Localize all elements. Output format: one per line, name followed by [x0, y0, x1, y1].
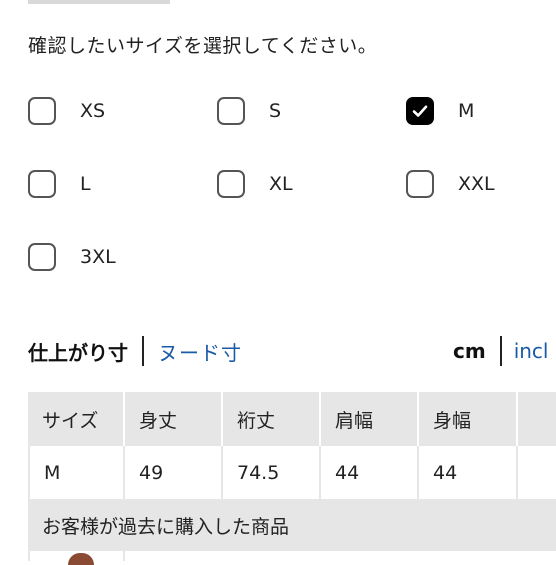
measurement-tabs: 仕上がり寸 ヌード寸 [28, 336, 242, 366]
size-label: XS [80, 100, 106, 122]
size-option-l[interactable]: L [28, 170, 91, 198]
unit-toggle: cm incl [453, 336, 549, 366]
header-cell: 裄丈 [223, 392, 321, 446]
size-label: S [269, 100, 282, 122]
product-thumbnail[interactable] [68, 553, 94, 565]
size-option-xs[interactable]: XS [28, 97, 105, 125]
size-label: XL [269, 173, 293, 195]
table-cell: M [28, 446, 125, 499]
table-cell: 44 [419, 446, 518, 499]
size-label: XXL [458, 173, 495, 195]
checkmark-icon [412, 105, 428, 117]
size-option-m[interactable]: M [406, 97, 474, 125]
table-cell: 74.5 [223, 446, 321, 499]
header-cell [518, 392, 556, 446]
checkbox[interactable] [217, 97, 245, 125]
unit-cm[interactable]: cm [453, 339, 486, 363]
header-cell: 身丈 [125, 392, 223, 446]
header-cell: サイズ [28, 392, 125, 446]
checkbox[interactable] [28, 243, 56, 271]
purchased-items-header: お客様が過去に購入した商品 [28, 499, 556, 551]
size-label: M [458, 100, 475, 122]
header-cell: 肩幅 [321, 392, 419, 446]
table-cell: 49 [125, 446, 223, 499]
size-option-xl[interactable]: XL [217, 170, 293, 198]
top-image-strip [28, 0, 170, 4]
size-option-3xl[interactable]: 3XL [28, 243, 116, 271]
size-instruction: 確認したいサイズを選択してください。 [28, 35, 378, 57]
checkbox[interactable] [217, 170, 245, 198]
size-option-xxl[interactable]: XXL [406, 170, 495, 198]
unit-inch[interactable]: incl [514, 339, 549, 363]
unit-divider [499, 336, 502, 366]
purchased-item-row [28, 551, 556, 565]
size-label: L [80, 173, 91, 195]
checkbox[interactable] [28, 97, 56, 125]
checkbox[interactable] [406, 170, 434, 198]
checkbox[interactable] [28, 170, 56, 198]
tab-divider [142, 336, 144, 366]
table-cell [518, 446, 556, 499]
tab-finished-size[interactable]: 仕上がり寸 [28, 337, 128, 366]
table-header-row: サイズ 身丈 裄丈 肩幅 身幅 [28, 392, 556, 446]
checkbox-checked[interactable] [406, 97, 434, 125]
tab-body-size[interactable]: ヌード寸 [158, 337, 242, 366]
table-cell: 44 [321, 446, 419, 499]
size-table: サイズ 身丈 裄丈 肩幅 身幅 M 49 74.5 44 44 お客様が過去に購… [28, 392, 556, 565]
size-label: 3XL [80, 246, 116, 268]
table-row: M 49 74.5 44 44 [28, 446, 556, 499]
size-option-s[interactable]: S [217, 97, 281, 125]
purchased-item-cell [28, 551, 125, 565]
header-cell: 身幅 [419, 392, 518, 446]
